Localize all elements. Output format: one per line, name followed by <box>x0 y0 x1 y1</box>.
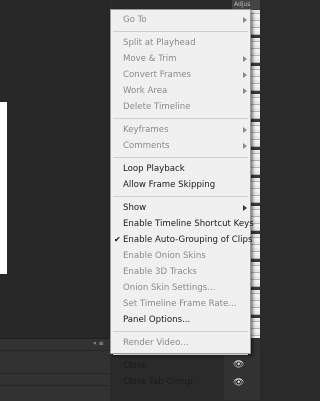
menu-item-label: Show <box>123 203 147 213</box>
menu-item-show[interactable]: Show <box>111 200 250 216</box>
menu-item-enable-timeline-shortcut-keys[interactable]: Enable Timeline Shortcut Keys <box>111 216 254 232</box>
menu-item-label: Go To <box>123 15 147 25</box>
menu-item-label: Allow Frame Skipping <box>123 180 216 190</box>
double-chevron-icon[interactable]: « <box>93 340 97 347</box>
timeline-panel <box>0 338 110 401</box>
menu-item-label: Set Timeline Frame Rate... <box>123 299 237 309</box>
menu-separator <box>113 354 248 355</box>
panel-tabs[interactable]: Adjus <box>232 0 260 9</box>
menu-item-label: Onion Skin Settings... <box>123 283 216 293</box>
menu-item-label: Panel Options... <box>123 315 191 325</box>
submenu-arrow-icon <box>243 88 247 94</box>
menu-item-label: Work Area <box>123 86 168 96</box>
menu-item-close[interactable]: Close <box>111 358 250 374</box>
menu-item-keyframes: Keyframes <box>111 122 250 138</box>
menu-item-label: Split at Playhead <box>123 38 196 48</box>
menu-item-panel-options[interactable]: Panel Options... <box>111 312 250 328</box>
menu-item-label: Enable Onion Skins <box>123 251 206 261</box>
menu-separator <box>113 157 248 158</box>
menu-item-render-video: Render Video... <box>111 335 250 351</box>
submenu-arrow-icon <box>243 205 247 211</box>
menu-item-delete-timeline: Delete Timeline <box>111 99 250 115</box>
menu-item-go-to: Go To <box>111 12 250 28</box>
menu-item-loop-playback[interactable]: Loop Playback <box>111 161 250 177</box>
menu-item-split-at-playhead: Split at Playhead <box>111 35 250 51</box>
menu-item-label: Move & Trim <box>123 54 177 64</box>
menu-item-comments: Comments <box>111 138 250 154</box>
menu-item-label: Comments <box>123 141 170 151</box>
menu-item-enable-onion-skins: Enable Onion Skins <box>111 248 250 264</box>
menu-item-label: Close <box>123 361 147 371</box>
document-canvas-edge <box>0 102 7 274</box>
menu-item-set-timeline-frame-rate: Set Timeline Frame Rate... <box>111 296 250 312</box>
panel-menu-icon[interactable]: ≡ <box>99 340 104 347</box>
menu-separator <box>113 196 248 197</box>
menu-item-label: Render Video... <box>123 338 189 348</box>
menu-item-label: Enable Timeline Shortcut Keys <box>123 219 254 229</box>
timeline-track-row <box>0 374 110 386</box>
menu-separator <box>113 118 248 119</box>
menu-item-label: Convert Frames <box>123 70 191 80</box>
menu-item-move-trim: Move & Trim <box>111 51 250 67</box>
menu-separator <box>113 31 248 32</box>
menu-item-label: Keyframes <box>123 125 169 135</box>
submenu-arrow-icon <box>243 72 247 78</box>
menu-item-label: Close Tab Group <box>123 377 193 387</box>
menu-item-label: Enable 3D Tracks <box>123 267 197 277</box>
menu-item-convert-frames: Convert Frames <box>111 67 250 83</box>
menu-item-label: Enable Auto-Grouping of Clips <box>123 235 253 245</box>
submenu-arrow-icon <box>243 127 247 133</box>
menu-item-onion-skin-settings: Onion Skin Settings... <box>111 280 250 296</box>
menu-item-enable-auto-grouping-of-clips[interactable]: ✔ Enable Auto-Grouping of Clips <box>111 232 253 248</box>
submenu-arrow-icon <box>243 143 247 149</box>
panel-collapse-controls[interactable]: « ≡ <box>93 340 104 347</box>
document-canvas-area <box>0 0 110 338</box>
menu-item-close-tab-group[interactable]: Close Tab Group <box>111 374 250 390</box>
submenu-arrow-icon <box>243 17 247 23</box>
timeline-panel-context-menu: Go To Split at Playhead Move & Trim Convert… <box>110 9 254 387</box>
menu-item-label: Loop Playback <box>123 164 185 174</box>
menu-item-allow-frame-skipping[interactable]: Allow Frame Skipping <box>111 177 250 193</box>
menu-item-label: Delete Timeline <box>123 102 191 112</box>
menu-item-enable-3d-tracks: Enable 3D Tracks <box>111 264 250 280</box>
checkmark-icon: ✔ <box>114 235 121 244</box>
menu-item-work-area: Work Area <box>111 83 250 99</box>
menu-separator <box>113 331 248 332</box>
submenu-arrow-icon <box>243 56 247 62</box>
timeline-track-row <box>0 351 110 374</box>
